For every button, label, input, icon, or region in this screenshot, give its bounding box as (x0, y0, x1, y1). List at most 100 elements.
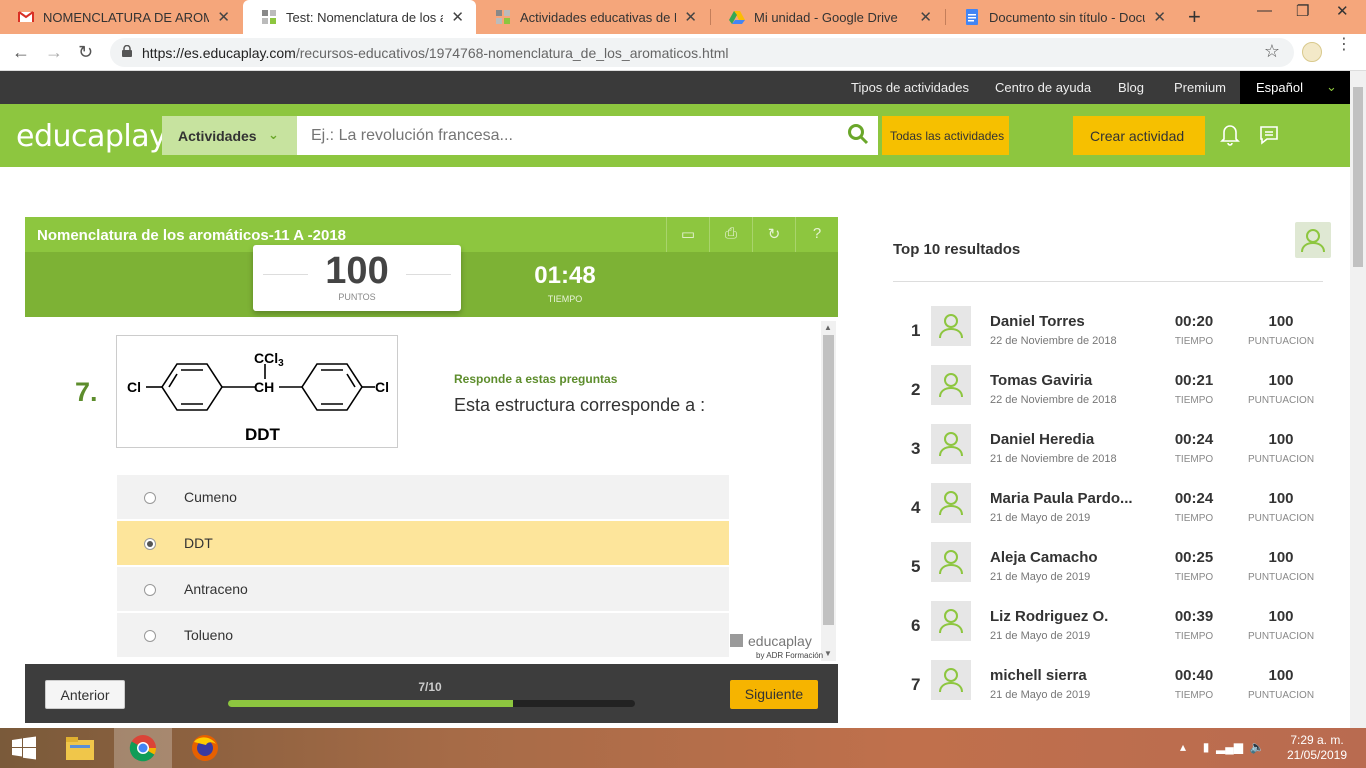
page-scrollbar[interactable] (1350, 71, 1366, 729)
rank-position: 2 (911, 380, 921, 399)
scroll-up-icon[interactable]: ▲ (824, 323, 832, 332)
time-label: TIEMPO (1174, 336, 1214, 347)
close-window-icon[interactable]: ✕ (1336, 2, 1349, 20)
browser-menu-icon[interactable]: ⋮ (1336, 37, 1352, 53)
result-score: 100 (1268, 372, 1294, 389)
radio-button[interactable] (144, 538, 156, 550)
url-host: https://es.educaplay.com (142, 45, 296, 61)
bookmark-star-icon[interactable]: ☆ (1264, 41, 1280, 62)
answer-option[interactable]: Cumeno (117, 475, 729, 520)
search-input[interactable] (297, 116, 878, 155)
language-label: Español (1256, 80, 1303, 95)
gmail-icon (18, 11, 34, 22)
tab-title: Test: Nomenclatura de los aromáticos (286, 9, 443, 25)
firefox-icon[interactable] (185, 732, 225, 764)
player-name: Liz Rodriguez O. (990, 608, 1109, 625)
nav-link-premium[interactable]: Premium (1174, 80, 1226, 95)
system-tray-icons[interactable]: ▴ ▮ ▂▄▆ 🔈 (1180, 740, 1265, 754)
timer-value: 01:48 (534, 262, 596, 289)
score-label: PUNTUACION (1247, 690, 1315, 701)
nav-link-help-center[interactable]: Centro de ayuda (995, 80, 1091, 95)
minimize-icon[interactable]: — (1257, 2, 1272, 19)
answer-option-selected[interactable]: DDT (117, 521, 729, 566)
next-button[interactable]: Siguiente (730, 680, 818, 709)
extension-icon[interactable] (1302, 42, 1322, 62)
ccl3-label: CCl3 (254, 350, 284, 369)
score-label: PUNTUACION (1247, 454, 1315, 465)
close-icon[interactable]: ✕ (919, 8, 932, 26)
player-name: Aleja Camacho (990, 549, 1098, 566)
file-explorer-icon[interactable] (60, 732, 100, 764)
result-score: 100 (1268, 431, 1294, 448)
restart-icon[interactable]: ↻ (752, 217, 795, 252)
windows-start-icon[interactable] (10, 736, 38, 760)
close-icon[interactable]: ✕ (451, 8, 464, 26)
search-icon[interactable] (847, 123, 869, 145)
answer-option[interactable]: Antraceno (117, 567, 729, 612)
score-label: PUNTUACION (1247, 513, 1315, 524)
educaplay-logo[interactable]: educaplay (16, 119, 167, 154)
close-icon[interactable]: ✕ (1153, 8, 1166, 26)
nav-link-blog[interactable]: Blog (1118, 80, 1144, 95)
previous-button[interactable]: Anterior (45, 680, 125, 709)
ranking-row: 6 Liz Rodriguez O. 21 de Mayo de 2019 00:39… (893, 601, 1333, 660)
close-icon[interactable]: ✕ (684, 8, 697, 26)
result-score: 100 (1268, 313, 1294, 330)
browser-tab[interactable]: Actividades educativas de Maria ✕ (477, 0, 709, 34)
user-icon (939, 373, 963, 398)
close-icon[interactable]: ✕ (217, 8, 230, 26)
player-name: Daniel Heredia (990, 431, 1095, 448)
user-avatar-button[interactable] (1293, 220, 1333, 260)
new-tab-button[interactable]: + (1188, 4, 1201, 30)
radio-button[interactable] (144, 630, 156, 642)
avatar (931, 365, 971, 405)
scrollbar-thumb[interactable] (823, 335, 834, 625)
player-name: Daniel Torres (990, 313, 1085, 330)
browser-tab[interactable]: Mi unidad - Google Drive ✕ (711, 0, 944, 34)
radio-button[interactable] (144, 492, 156, 504)
activities-dropdown[interactable]: Actividades ⌄ (162, 116, 297, 155)
option-label: Cumeno (184, 489, 237, 505)
player-name: Tomas Gaviria (990, 372, 1093, 389)
windows-taskbar: ▴ ▮ ▂▄▆ 🔈 7:29 a. m. 21/05/2019 (0, 728, 1366, 768)
chrome-icon[interactable] (123, 732, 163, 764)
drive-icon (729, 11, 745, 24)
result-time: 00:39 (1174, 608, 1214, 625)
ccl-text: CCl (254, 350, 278, 366)
address-bar[interactable]: https://es.educaplay.com/recursos-educat… (110, 38, 1294, 67)
back-icon[interactable]: ← (12, 42, 30, 63)
browser-tab[interactable]: Documento sin título - Documentos ✕ (946, 0, 1178, 34)
score-card: 100 PUNTOS (253, 245, 461, 311)
reload-icon[interactable]: ↻ (78, 42, 93, 63)
result-date: 21 de Mayo de 2019 (990, 571, 1091, 583)
radio-button[interactable] (144, 584, 156, 596)
help-icon[interactable]: ? (795, 217, 838, 252)
answer-option[interactable]: Tolueno (117, 613, 729, 658)
timer-label: TIEMPO (547, 294, 583, 304)
scrollbar-thumb[interactable] (1353, 87, 1363, 267)
result-date: 21 de Mayo de 2019 (990, 689, 1091, 701)
avatar (931, 601, 971, 641)
fullscreen-icon[interactable]: ▭ (666, 217, 709, 252)
quiz-footer: Anterior 7/10 Siguiente (25, 664, 838, 723)
user-icon (939, 668, 963, 693)
ranking-row: 7 michell sierra 21 de Mayo de 2019 00:40 TI… (893, 660, 1333, 719)
quiz-title: Nomenclatura de los aromáticos-11 A -201… (37, 227, 347, 244)
quiz-scrollbar[interactable]: ▲ ▼ (821, 321, 836, 661)
browser-tab[interactable]: NOMENCLATURA DE AROMATICOS ✕ (0, 0, 242, 34)
messages-icon[interactable] (1259, 125, 1279, 145)
notification-bell-icon[interactable] (1220, 122, 1240, 146)
create-activity-button[interactable]: Crear actividad (1073, 116, 1205, 155)
nav-link-activity-types[interactable]: Tipos de actividades (851, 80, 969, 95)
result-date: 22 de Noviembre de 2018 (990, 335, 1117, 347)
all-activities-button[interactable]: Todas las actividades (882, 116, 1009, 155)
taskbar-clock[interactable]: 7:29 a. m. 21/05/2019 (1282, 733, 1352, 763)
browser-tab-active[interactable]: Test: Nomenclatura de los aromáticos ✕ (243, 0, 476, 34)
scroll-down-icon[interactable]: ▼ (824, 649, 832, 658)
forward-icon[interactable]: → (45, 42, 63, 63)
restore-icon[interactable]: ❐ (1296, 2, 1309, 20)
print-icon[interactable]: ⎙ (709, 217, 752, 252)
language-selector[interactable]: Español ⌄ (1240, 71, 1350, 104)
progress-text: 7/10 (418, 680, 442, 694)
avatar (931, 306, 971, 346)
